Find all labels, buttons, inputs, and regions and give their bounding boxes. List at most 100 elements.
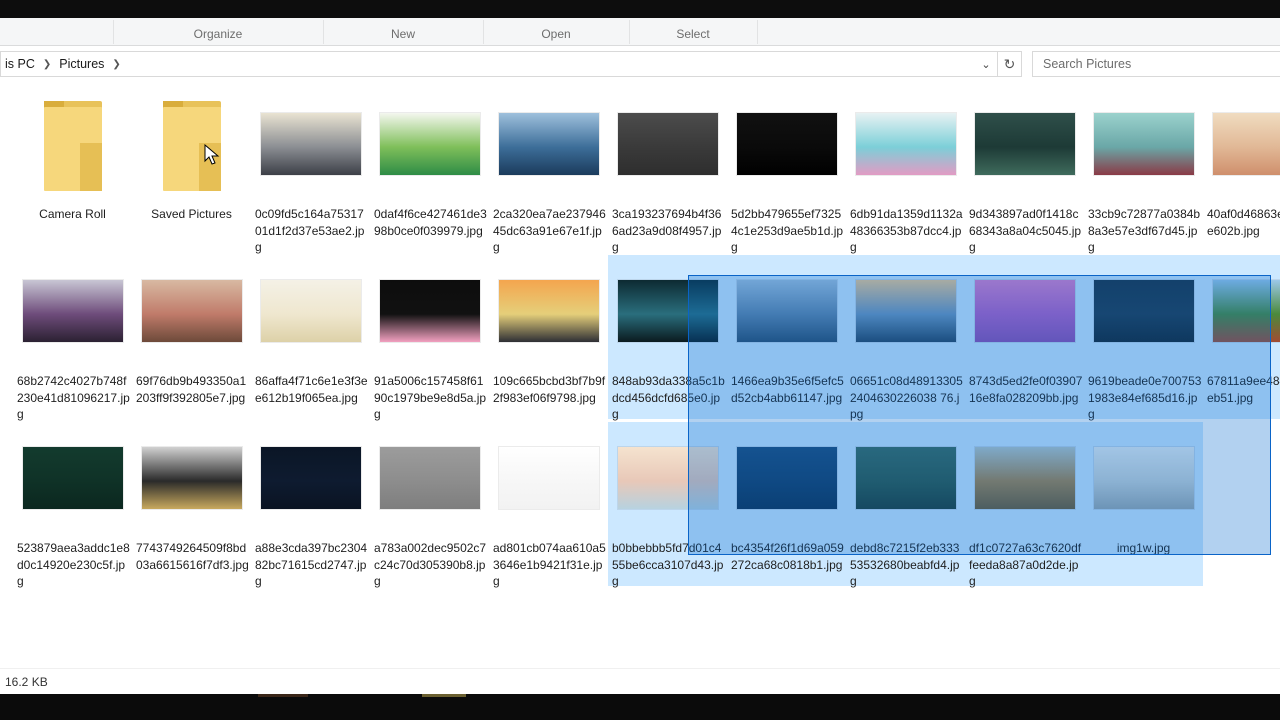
image-thumbnail <box>22 447 123 509</box>
image-thumbnail <box>855 113 956 175</box>
file-item[interactable]: 6db91da1359d1132a48366353b87dcc4.jpg <box>846 88 965 254</box>
ribbon: Organize New Open Select <box>0 18 1280 46</box>
file-name: 2ca320ea7ae23794645dc63a91e67e1f.jpg <box>493 207 606 254</box>
folder-label: Saved Pictures <box>151 207 232 221</box>
folder-icon <box>13 88 132 200</box>
file-item[interactable]: 109c665bcbd3bf7b9f2f983ef06f9798.jpg <box>489 255 608 419</box>
thumbnail-frame <box>251 88 370 200</box>
breadcrumb-this-pc[interactable]: is PC <box>1 57 39 71</box>
thumbnail-frame <box>251 255 370 367</box>
image-thumbnail <box>736 113 837 175</box>
file-item[interactable]: 33cb9c72877a0384b8a3e57e3df67d45.jpg <box>1084 88 1203 254</box>
thumbnail-frame <box>727 88 846 200</box>
chevron-right-icon[interactable]: ❯ <box>39 59 55 70</box>
selected-size: 16.2 KB <box>5 675 48 689</box>
thumbnail-frame <box>251 422 370 534</box>
file-item[interactable]: 69f76db9b493350a1203ff9f392805e7.jpg <box>132 255 251 419</box>
file-item[interactable]: a783a002dec9502c7c24c70d305390b8.jpg <box>370 422 489 588</box>
search-input[interactable] <box>1032 51 1280 77</box>
file-item[interactable]: 40af0d46863e2f2344e602b.jpg <box>1203 88 1280 252</box>
ribbon-group-organize[interactable]: Organize <box>113 18 323 46</box>
image-thumbnail <box>1093 113 1194 175</box>
file-name: 5d2bb479655ef73254c1e253d9ae5b1d.jpg <box>731 207 844 254</box>
file-name: 0c09fd5c164a7531701d1f2d37e53ae2.jpg <box>255 207 365 254</box>
file-item[interactable]: 523879aea3addc1e8d0c14920e230c5f.jpg <box>13 422 132 588</box>
file-item[interactable]: 7743749264509f8bd03a6615616f7df3.jpg <box>132 422 251 586</box>
image-thumbnail <box>617 113 718 175</box>
file-item[interactable]: 9d343897ad0f1418c68343a8a04c5045.jpg <box>965 88 1084 254</box>
file-name: 523879aea3addc1e8d0c14920e230c5f.jpg <box>17 541 130 588</box>
chevron-right-icon[interactable]: ❯ <box>108 59 124 70</box>
status-bar: 16.2 KB <box>0 668 1280 694</box>
address-dropdown-icon[interactable]: ⌄ <box>977 52 995 76</box>
file-item[interactable]: 3ca193237694b4f366ad23a9d08f4957.jpg <box>608 88 727 254</box>
folder-saved-pictures[interactable]: Saved Pictures <box>132 88 251 252</box>
ribbon-group-open[interactable]: Open <box>483 18 629 46</box>
image-thumbnail <box>260 280 361 342</box>
thumbnail-frame <box>489 88 608 200</box>
image-thumbnail <box>379 447 480 509</box>
file-name: 6db91da1359d1132a48366353b87dcc4.jpg <box>850 207 963 254</box>
image-thumbnail <box>22 280 123 342</box>
file-item[interactable]: ad801cb074aa610a53646e1b9421f31e.jpg <box>489 422 608 588</box>
folder-icon <box>132 88 251 200</box>
file-item[interactable]: 2ca320ea7ae23794645dc63a91e67e1f.jpg <box>489 88 608 254</box>
file-item[interactable]: 91a5006c157458f6190c1979be9e8d5a.jpg <box>370 255 489 421</box>
thumbnail-frame <box>370 255 489 367</box>
file-name: ad801cb074aa610a53646e1b9421f31e.jpg <box>493 541 606 588</box>
address-row: is PC ❯ Pictures ❯ ⌄ ↻ <box>0 46 1280 82</box>
address-bar[interactable]: is PC ❯ Pictures ❯ ⌄ <box>0 51 998 77</box>
thumbnail-frame <box>1203 88 1280 200</box>
image-thumbnail <box>498 447 599 509</box>
file-name: 33cb9c72877a0384b8a3e57e3df67d45.jpg <box>1088 207 1201 254</box>
file-item[interactable]: a88e3cda397bc230482bc71615cd2747.jpg <box>251 422 370 588</box>
thumbnail-frame <box>489 255 608 367</box>
folder-label: Camera Roll <box>39 207 106 221</box>
file-name: 86affa4f71c6e1e3f3ee612b19f065ea.jpg <box>255 374 368 405</box>
file-grid: Camera Roll Saved Pictures 0c09fd5c164a7… <box>0 82 1280 668</box>
thumbnail-frame <box>13 255 132 367</box>
row-divider <box>608 252 1280 255</box>
file-name: 40af0d46863e2f2344e602b.jpg <box>1207 207 1280 238</box>
breadcrumb-pictures[interactable]: Pictures <box>55 57 108 71</box>
file-name: a88e3cda397bc230482bc71615cd2747.jpg <box>255 541 368 588</box>
thumbnail-frame <box>489 422 608 534</box>
taskbar-item[interactable] <box>422 694 466 697</box>
thumbnail-frame <box>1084 88 1203 200</box>
file-name: 7743749264509f8bd03a6615616f7df3.jpg <box>136 541 249 572</box>
image-thumbnail <box>260 113 361 175</box>
file-explorer-window: Organize New Open Select is PC ❯ Picture… <box>0 0 1280 720</box>
thumbnail-frame <box>370 422 489 534</box>
image-thumbnail <box>260 447 361 509</box>
thumbnail-frame <box>965 88 1084 200</box>
taskbar <box>0 694 1280 720</box>
file-name: a783a002dec9502c7c24c70d305390b8.jpg <box>374 541 487 588</box>
file-item[interactable]: 5d2bb479655ef73254c1e253d9ae5b1d.jpg <box>727 88 846 254</box>
thumbnail-frame <box>13 422 132 534</box>
image-thumbnail <box>141 447 242 509</box>
thumbnail-frame <box>132 255 251 367</box>
image-thumbnail <box>379 113 480 175</box>
file-item[interactable]: 68b2742c4027b748f230e41d81096217.jpg <box>13 255 132 421</box>
thumbnail-frame <box>370 88 489 200</box>
ribbon-separator <box>757 20 758 44</box>
file-name: 3ca193237694b4f366ad23a9d08f4957.jpg <box>612 207 722 254</box>
thumbnail-frame <box>608 88 727 200</box>
folder-camera-roll[interactable]: Camera Roll <box>13 88 132 252</box>
image-thumbnail <box>974 113 1075 175</box>
image-thumbnail <box>1212 113 1280 175</box>
mouse-cursor-icon <box>204 144 220 165</box>
image-thumbnail <box>141 280 242 342</box>
image-thumbnail <box>498 113 599 175</box>
ribbon-group-select[interactable]: Select <box>629 18 757 46</box>
taskbar-item[interactable] <box>258 694 308 697</box>
ribbon-group-new[interactable]: New <box>323 18 483 46</box>
image-thumbnail <box>379 280 480 342</box>
file-item[interactable]: 0daf4f6ce427461de398b0ce0f039979.jpg <box>370 88 489 252</box>
file-name: 69f76db9b493350a1203ff9f392805e7.jpg <box>136 374 247 405</box>
file-item[interactable]: 0c09fd5c164a7531701d1f2d37e53ae2.jpg <box>251 88 370 254</box>
file-name: 109c665bcbd3bf7b9f2f983ef06f9798.jpg <box>493 374 606 405</box>
file-item[interactable]: 86affa4f71c6e1e3f3ee612b19f065ea.jpg <box>251 255 370 419</box>
refresh-icon[interactable]: ↻ <box>998 51 1022 77</box>
image-thumbnail <box>498 280 599 342</box>
